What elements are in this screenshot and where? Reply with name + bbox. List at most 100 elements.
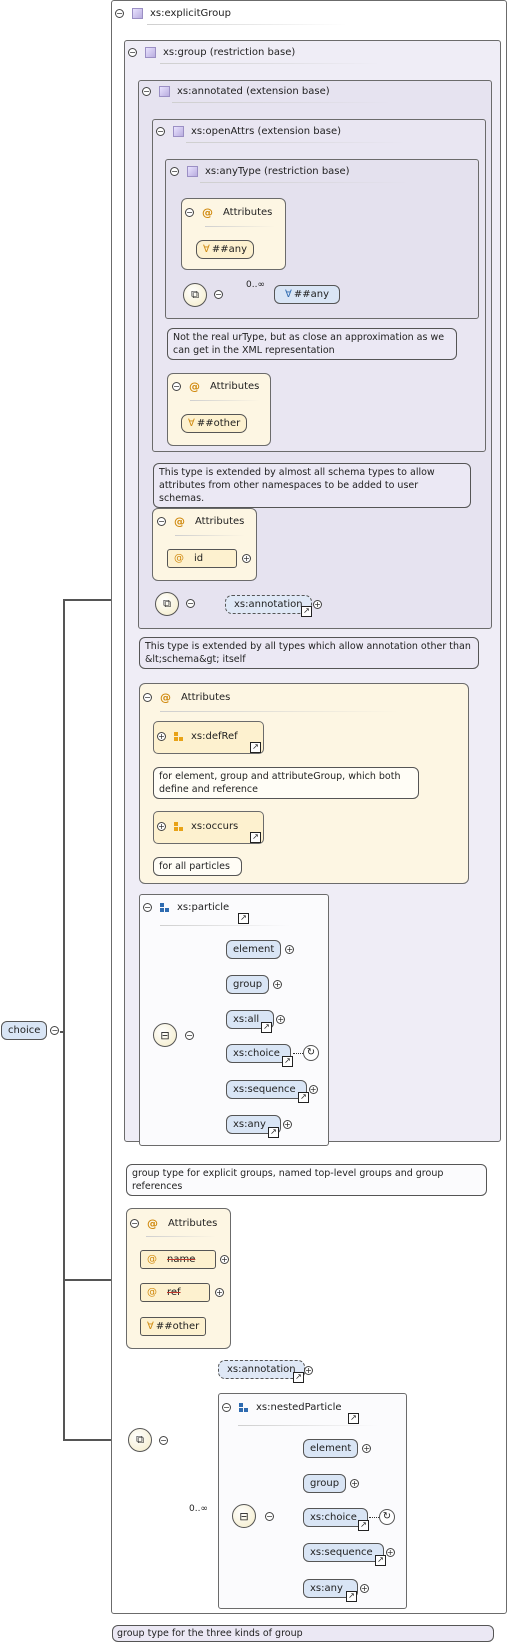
nested-particle-title: xs:nestedParticle — [256, 1402, 342, 1413]
recursion-icon[interactable]: ↻ — [303, 1045, 319, 1061]
expand-toggle[interactable]: + — [350, 1479, 360, 1488]
particle-all[interactable]: xs:all + — [226, 1010, 286, 1029]
group-restriction-header[interactable]: − xs:group (restriction base) — [128, 47, 295, 58]
expand-toggle[interactable]: + — [276, 1015, 286, 1024]
link-icon[interactable]: ↗ — [346, 1591, 357, 1602]
divider — [146, 1236, 216, 1237]
nested-element[interactable]: element + — [303, 1439, 372, 1458]
annotation-element[interactable]: xs:annotation — [218, 1360, 305, 1379]
root-choice[interactable]: choice − — [1, 1021, 60, 1040]
any-element[interactable]: ∀ ##any — [274, 285, 340, 304]
ref-attribute[interactable]: @ ref + — [140, 1283, 224, 1302]
expand-toggle[interactable]: + — [285, 945, 295, 954]
name-attribute[interactable]: @ name + — [140, 1250, 229, 1269]
any-element-label: ##any — [293, 288, 329, 300]
collapse-toggle[interactable]: − — [128, 48, 137, 57]
nested-group-label: group — [310, 1477, 340, 1489]
particle-element[interactable]: element + — [226, 940, 295, 959]
link-icon[interactable]: ↗ — [250, 832, 261, 843]
collapse-toggle[interactable]: − — [186, 599, 195, 608]
collapse-toggle[interactable]: − — [142, 87, 151, 96]
particle-any[interactable]: xs:any + — [226, 1115, 292, 1134]
particle-header[interactable]: − xs:particle — [143, 902, 229, 913]
attribute-group-icon — [174, 732, 183, 741]
attributes-header[interactable]: − @ Attributes — [143, 691, 230, 704]
expand-toggle[interactable]: + — [157, 822, 166, 831]
collapse-toggle[interactable]: − — [159, 1436, 168, 1445]
expand-toggle[interactable]: + — [273, 980, 283, 989]
collapse-toggle[interactable]: − — [265, 1512, 274, 1521]
any-type-header[interactable]: − xs:anyType (restriction base) — [170, 166, 350, 177]
nested-any[interactable]: xs:any + — [303, 1579, 369, 1598]
any-element-icon: ∀ — [285, 288, 292, 300]
recursion-icon[interactable]: ↻ — [379, 1509, 395, 1525]
attributes-header[interactable]: − @ Attributes — [185, 206, 272, 219]
collapse-toggle[interactable]: − — [222, 1403, 231, 1412]
collapse-toggle[interactable]: − — [115, 9, 124, 18]
expand-toggle[interactable]: + — [385, 1548, 395, 1557]
expand-toggle[interactable]: + — [157, 732, 166, 741]
occurs-header[interactable]: + xs:occurs — [157, 821, 238, 832]
expand-toggle[interactable]: + — [362, 1444, 372, 1453]
attribute-icon: @ — [147, 1217, 158, 1230]
link-icon[interactable]: ↗ — [375, 1555, 386, 1566]
attributes-header[interactable]: − @ Attributes — [172, 380, 259, 393]
annotated-header[interactable]: − xs:annotated (extension base) — [142, 86, 330, 97]
link-icon[interactable]: ↗ — [348, 1413, 359, 1424]
multiplicity-label: 0..∞ — [189, 1504, 208, 1514]
other-attribute[interactable]: ∀ ##other — [181, 414, 248, 433]
link-icon[interactable]: ↗ — [301, 606, 312, 617]
attributes-header[interactable]: − @ Attributes — [157, 515, 244, 528]
collapse-toggle[interactable]: − — [172, 382, 181, 391]
link-icon[interactable]: ↗ — [298, 1092, 309, 1103]
expand-toggle[interactable]: + — [220, 1255, 229, 1264]
link-icon[interactable]: ↗ — [261, 1022, 272, 1033]
link-icon[interactable]: ↗ — [282, 1056, 293, 1067]
link-icon[interactable]: ↗ — [293, 1372, 304, 1383]
collapse-toggle[interactable]: − — [185, 1031, 194, 1040]
id-attribute[interactable]: @ id + — [167, 549, 251, 568]
link-icon[interactable]: ↗ — [250, 742, 261, 753]
def-ref-note: for element, group and attributeGroup, w… — [153, 767, 419, 799]
link-icon[interactable]: ↗ — [268, 1127, 279, 1138]
def-ref-header[interactable]: + xs:defRef — [157, 731, 238, 742]
collapse-toggle[interactable]: − — [214, 290, 223, 299]
annotation-element[interactable]: xs:annotation — [225, 595, 312, 614]
other-attribute[interactable]: ∀ ##other — [140, 1317, 207, 1336]
attributes-header[interactable]: − @ Attributes — [130, 1217, 217, 1230]
nested-element-label: element — [310, 1442, 352, 1454]
any-attribute[interactable]: ∀ ##any — [196, 240, 254, 259]
collapse-toggle[interactable]: − — [157, 517, 166, 526]
expand-toggle[interactable]: + — [215, 1288, 224, 1297]
expand-toggle[interactable]: + — [304, 1366, 313, 1375]
explicit-group-header[interactable]: − xs:explicitGroup — [115, 8, 231, 19]
open-attrs-header[interactable]: − xs:openAttrs (extension base) — [156, 126, 341, 137]
particle-group[interactable]: group + — [226, 975, 283, 994]
choice-compositor-icon[interactable]: ⊟ — [232, 1504, 256, 1528]
expand-toggle[interactable]: + — [308, 1085, 318, 1094]
expand-toggle[interactable]: + — [359, 1584, 369, 1593]
collapse-toggle[interactable]: − — [185, 208, 194, 217]
nested-particle-header[interactable]: − xs:nestedParticle — [222, 1402, 342, 1413]
collapse-toggle[interactable]: − — [170, 167, 179, 176]
collapse-toggle[interactable]: − — [143, 903, 152, 912]
collapse-toggle[interactable]: − — [50, 1026, 60, 1035]
sequence-compositor-icon[interactable]: ⧉ — [128, 1428, 152, 1452]
link-icon[interactable]: ↗ — [238, 913, 249, 924]
expand-toggle[interactable]: + — [282, 1120, 292, 1129]
sequence-compositor-icon[interactable]: ⧉ — [183, 283, 207, 307]
link-icon[interactable]: ↗ — [358, 1520, 369, 1531]
attribute-group-icon — [174, 822, 183, 831]
complex-type-icon — [187, 166, 198, 177]
particle-choice-label: xs:choice — [233, 1047, 280, 1059]
nested-group[interactable]: group + — [303, 1474, 360, 1493]
collapse-toggle[interactable]: − — [130, 1219, 139, 1228]
attributes-label: Attributes — [210, 381, 260, 392]
collapse-toggle[interactable]: − — [156, 127, 165, 136]
expand-toggle[interactable]: + — [242, 554, 251, 563]
particle-group-label: group — [233, 978, 263, 990]
collapse-toggle[interactable]: − — [143, 693, 152, 702]
expand-toggle[interactable]: + — [313, 600, 322, 609]
choice-compositor-icon[interactable]: ⊟ — [153, 1023, 177, 1047]
sequence-compositor-icon[interactable]: ⧉ — [155, 592, 179, 616]
